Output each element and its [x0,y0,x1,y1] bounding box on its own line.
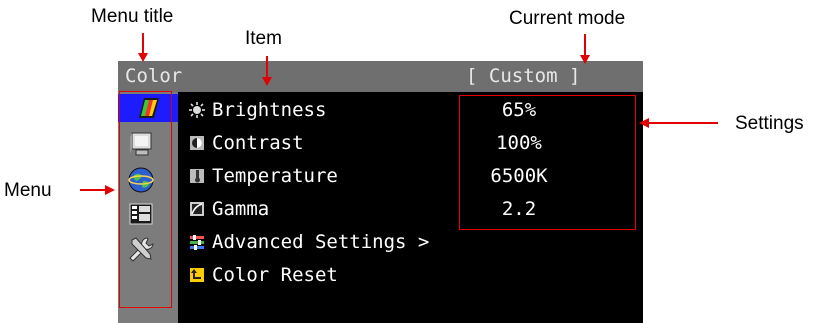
annotation-arrows [80,33,718,195]
